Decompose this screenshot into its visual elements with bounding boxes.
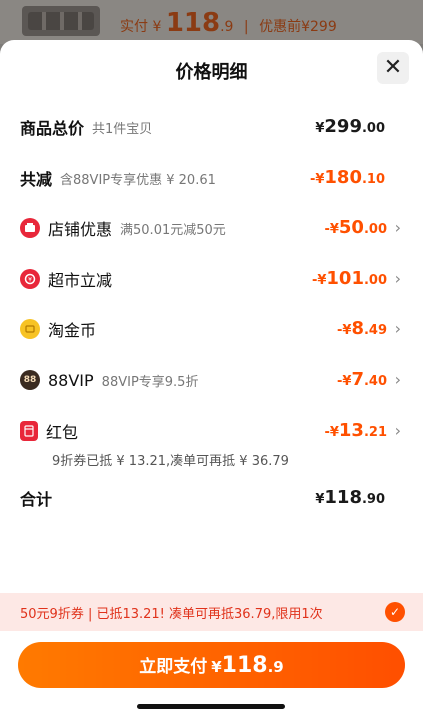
supermarket-discount-icon: ¥ xyxy=(20,269,40,289)
currency: -¥ xyxy=(336,323,352,338)
red-packet-icon xyxy=(20,421,38,441)
pay-button-amount-dec: .9 xyxy=(267,658,284,676)
pay-button-amount-int: 118 xyxy=(221,653,268,678)
amount-int: 7 xyxy=(351,369,364,390)
sheet-title: 价格明细 xyxy=(175,62,248,83)
close-icon: ✕ xyxy=(383,55,403,80)
amount-int: 299 xyxy=(324,116,362,137)
currency: -¥ xyxy=(324,222,339,237)
currency: ¥ xyxy=(315,492,325,507)
amount-int: 180 xyxy=(324,167,362,188)
row-label: 88VIP xyxy=(48,370,94,390)
88vip-icon: 88 xyxy=(20,370,40,390)
row-sub: 满50.01元减50元 xyxy=(120,222,226,238)
amount-int: 13 xyxy=(338,420,364,441)
coupon-promo-banner[interactable]: 50元9折券 | 已抵13.21! 凑单可再抵36.79,限用1次 ✓ xyxy=(0,593,423,631)
currency: -¥ xyxy=(324,425,339,440)
original-amount: 299 xyxy=(310,19,337,35)
row-amount: -¥ 8.49 xyxy=(337,315,387,343)
row-sum: 合计 ¥118.90 xyxy=(0,484,423,512)
row-label: 商品总价 xyxy=(20,119,85,138)
promo-text: 50元9折券 | 已抵13.21! 凑单可再抵36.79,限用1次 xyxy=(20,607,323,622)
row-supermarket-discount[interactable]: ¥ 超市立减 -¥ 101.00 › xyxy=(0,265,423,293)
row-amount: -¥ 101.00 xyxy=(312,265,387,293)
row-sub: 含88VIP专享优惠 ¥ 20.61 xyxy=(60,172,216,188)
product-thumbnail xyxy=(22,6,100,36)
row-88vip[interactable]: 88 88VIP 88VIP专享9.5折 -¥ 7.40 › xyxy=(0,366,423,394)
chevron-right-icon: › xyxy=(394,319,401,338)
currency: -¥ xyxy=(336,374,352,389)
pay-now-button[interactable]: 立即支付 ¥ 118 .9 xyxy=(18,642,405,688)
row-red-packet[interactable]: 红包 -¥ 13.21 › xyxy=(0,417,423,445)
store-coupon-icon xyxy=(20,218,40,238)
row-label: 合计 xyxy=(20,490,53,509)
row-amount: ¥299.00 xyxy=(315,113,385,141)
row-amount: ¥118.90 xyxy=(315,484,385,512)
check-icon[interactable]: ✓ xyxy=(385,602,405,622)
gold-coin-icon xyxy=(20,319,40,339)
currency: -¥ xyxy=(311,273,327,288)
row-amount: -¥ 50.00 xyxy=(324,214,387,242)
row-label: 超市立减 xyxy=(48,271,113,290)
row-gold-coin[interactable]: 淘金币 -¥ 8.49 › xyxy=(0,315,423,343)
pay-label: 实付 xyxy=(120,19,148,35)
row-sub: 88VIP专享9.5折 xyxy=(101,374,199,390)
chevron-right-icon: › xyxy=(394,218,401,237)
row-label: 店铺优惠 xyxy=(48,220,113,239)
row-label: 红包 xyxy=(46,423,79,442)
amount-int: 50 xyxy=(338,217,364,238)
separator: | xyxy=(243,19,249,35)
row-amount: -¥ 7.40 xyxy=(337,366,387,394)
amount-dec: .10 xyxy=(361,172,385,187)
amount-dec: .49 xyxy=(363,323,387,338)
amount-dec: .90 xyxy=(361,492,385,507)
pay-button-label: 立即支付 xyxy=(139,657,208,677)
amount-int: 118 xyxy=(324,487,362,508)
chevron-right-icon: › xyxy=(394,269,401,288)
amount-dec: .00 xyxy=(363,222,387,237)
original-currency: ¥ xyxy=(301,19,311,35)
background-page: 实付 ¥ 118.9 | 优惠前¥299 xyxy=(0,0,423,44)
amount-dec: .00 xyxy=(363,273,387,288)
red-packet-note: 9折券已抵 ¥ 13.21,凑单可再抵 ¥ 36.79 xyxy=(52,454,289,469)
amount-dec: .40 xyxy=(363,374,387,389)
pay-currency: ¥ xyxy=(152,19,162,35)
amount-int: 8 xyxy=(351,318,364,339)
row-amount: -¥ 13.21 xyxy=(324,417,387,445)
row-total-price: 商品总价 共1件宝贝 ¥299.00 xyxy=(0,113,423,141)
background-price-line: 实付 ¥ 118.9 | 优惠前¥299 xyxy=(120,8,337,38)
row-sub: 共1件宝贝 xyxy=(92,121,153,137)
pay-amount-int: 118 xyxy=(165,8,221,38)
svg-text:¥: ¥ xyxy=(28,277,32,284)
pay-button-currency: ¥ xyxy=(211,658,222,676)
currency: -¥ xyxy=(309,172,325,187)
amount-dec: .21 xyxy=(363,425,387,440)
row-label: 淘金币 xyxy=(48,321,97,340)
row-label: 共减 xyxy=(20,170,53,189)
chevron-right-icon: › xyxy=(394,370,401,389)
close-button[interactable]: ✕ xyxy=(377,52,409,84)
home-indicator[interactable] xyxy=(137,704,285,709)
amount-dec: .00 xyxy=(361,121,385,136)
amount-int: 101 xyxy=(326,268,364,289)
pay-amount-dec: .9 xyxy=(220,19,234,35)
chevron-right-icon: › xyxy=(394,421,401,440)
row-total-reduction: 共减 含88VIP专享优惠 ¥ 20.61 -¥ 180.10 xyxy=(0,164,423,192)
row-store-discount[interactable]: 店铺优惠 满50.01元减50元 -¥ 50.00 › xyxy=(0,214,423,242)
currency: ¥ xyxy=(315,121,325,136)
row-amount: -¥ 180.10 xyxy=(310,164,385,192)
original-label: 优惠前 xyxy=(259,19,302,35)
